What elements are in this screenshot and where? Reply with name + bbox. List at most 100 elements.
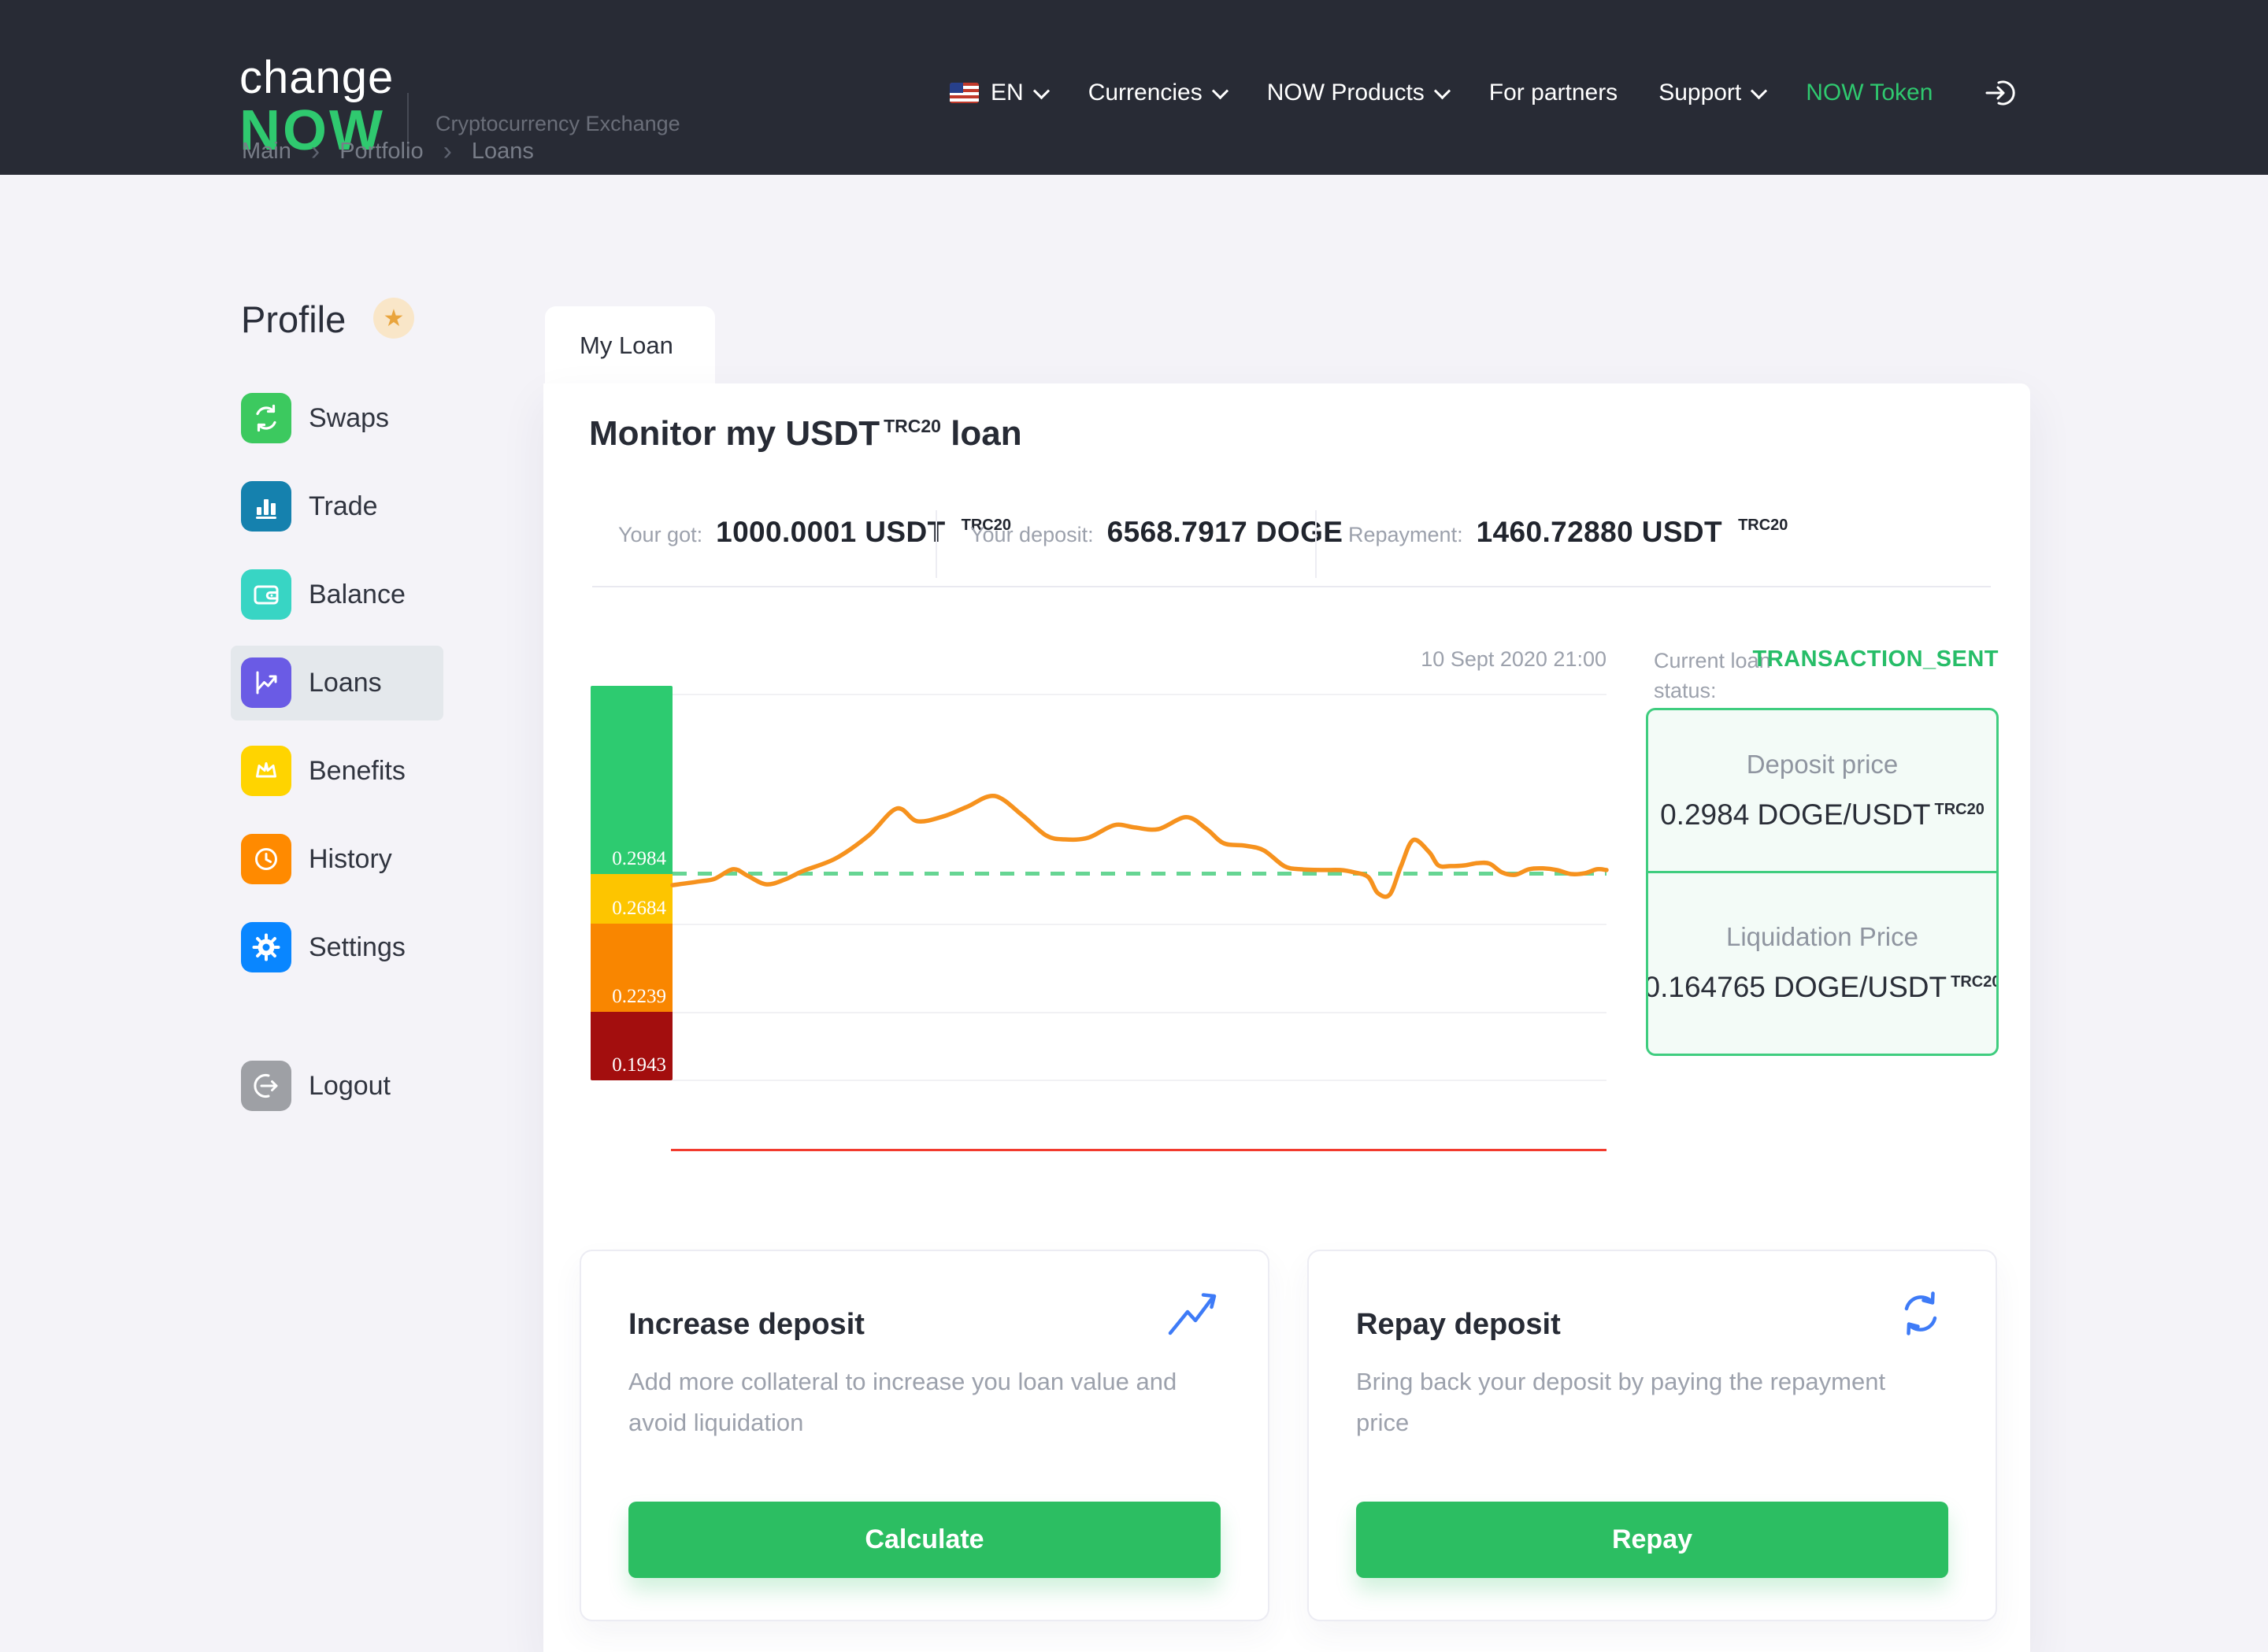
main-nav: EN Currencies NOW Products For partners … (950, 72, 1933, 113)
risk-zone-segment: 0.2684 (591, 874, 673, 924)
section-divider (592, 586, 1991, 587)
breadcrumb: Main › Portfolio › Loans (242, 139, 534, 165)
trc20-superscript: TRC20 (884, 416, 941, 437)
stat-label: Your got: (618, 523, 702, 547)
logo-word-change: change (239, 55, 394, 101)
stat-divider (936, 510, 937, 578)
us-flag-icon (950, 83, 979, 103)
language-label: EN (991, 80, 1024, 106)
liquidation-price-label: Liquidation Price (1726, 922, 1918, 952)
sidebar-item-label: Balance (309, 580, 406, 610)
risk-zone-segment: 0.1943 (591, 1012, 673, 1080)
card-title: Repay deposit (1356, 1308, 1561, 1342)
sidebar-item-label: Loans (309, 668, 382, 698)
chart-timestamp: 10 Sept 2020 21:00 (1292, 647, 1606, 672)
trc20-superscript: TRC20 (1951, 973, 1999, 991)
risk-zone-segment: 0.2239 (591, 924, 673, 1012)
sidebar-item-logout[interactable]: Logout (241, 1061, 391, 1111)
profile-title: Profile (241, 298, 346, 341)
gear-icon (241, 922, 291, 972)
top-header: change NOW Cryptocurrency Exchange EN Cu… (0, 0, 2268, 175)
zone-boundary-value: 0.2239 (612, 986, 666, 1008)
chevron-down-icon (1033, 83, 1050, 99)
sidebar-item-trade[interactable]: Trade (241, 481, 378, 532)
chevron-down-icon (1434, 83, 1451, 99)
repay-button[interactable]: Repay (1356, 1502, 1948, 1578)
nav-support-label: Support (1658, 80, 1741, 106)
stat-divider (1315, 510, 1317, 578)
login-icon[interactable] (1983, 76, 2018, 110)
logout-icon (241, 1061, 291, 1111)
chevron-down-icon (1751, 83, 1767, 99)
calculate-button[interactable]: Calculate (628, 1502, 1221, 1578)
deposit-price-block: Deposit price 0.2984 DOGE/USDTTRC20 (1648, 710, 1996, 871)
stat-your-deposit: Your deposit: 6568.7917 DOGE (970, 516, 1358, 549)
price-line-chart (673, 686, 1606, 1080)
nav-now-products-label: NOW Products (1267, 80, 1425, 106)
repay-deposit-card: Repay deposit Bring back your deposit by… (1307, 1250, 1997, 1621)
breadcrumb-portfolio[interactable]: Portfolio (339, 139, 423, 165)
card-description: Add more collateral to increase you loan… (628, 1361, 1191, 1443)
tab-label: My Loan (580, 332, 673, 360)
card-title: Increase deposit (628, 1308, 865, 1342)
sidebar-item-label: Swaps (309, 403, 389, 434)
sidebar-item-label: Benefits (309, 756, 406, 787)
deposit-price-value: 0.2984 DOGE/USDTTRC20 (1660, 798, 1984, 832)
line-chart-icon (241, 657, 291, 708)
breadcrumb-separator: › (311, 140, 320, 163)
liquidation-price-line (671, 1149, 1606, 1151)
trc20-superscript: TRC20 (1935, 801, 1984, 819)
price-panel: Deposit price 0.2984 DOGE/USDTTRC20 Liqu… (1646, 708, 1999, 1056)
stat-value: 6568.7917 DOGE (1107, 516, 1343, 549)
breadcrumb-loans: Loans (472, 139, 534, 165)
deposit-price-label: Deposit price (1747, 750, 1899, 780)
nav-currencies-label: Currencies (1088, 80, 1203, 106)
nav-now-token-label: NOW Token (1806, 80, 1933, 106)
liquidation-price-value: 0.164765 DOGE/USDTTRC20 (1646, 971, 1999, 1004)
page-title: Monitor my USDTTRC20 loan (589, 414, 1022, 454)
liquidation-price-block: Liquidation Price 0.164765 DOGE/USDTTRC2… (1648, 871, 1996, 1054)
risk-zone-scale: 0.2984 0.2684 0.2239 0.1943 (591, 686, 673, 1080)
increase-deposit-card: Increase deposit Add more collateral to … (580, 1250, 1269, 1621)
sidebar-item-settings[interactable]: Settings (241, 922, 406, 972)
sidebar-item-balance[interactable]: Balance (241, 569, 406, 620)
star-badge-icon: ★ (373, 298, 414, 339)
risk-zone-segment: 0.2984 (591, 686, 673, 874)
stat-label: Your deposit: (970, 523, 1094, 547)
stat-label: Repayment: (1348, 523, 1463, 547)
sidebar-item-label: Trade (309, 491, 378, 522)
loan-status-badge: TRANSACTION_SENT (1723, 646, 1999, 672)
sidebar-item-loans[interactable]: Loans (241, 657, 382, 708)
changenow-loans-page: change NOW Cryptocurrency Exchange EN Cu… (0, 0, 2268, 1652)
nav-for-partners[interactable]: For partners (1489, 80, 1618, 106)
breadcrumb-main[interactable]: Main (242, 139, 291, 165)
zone-boundary-value: 0.2684 (612, 898, 666, 920)
trc20-superscript: TRC20 (1738, 517, 1788, 535)
tab-my-loan[interactable]: My Loan (545, 306, 715, 384)
wallet-icon (241, 569, 291, 620)
swap-icon (241, 393, 291, 443)
zone-boundary-value: 0.2984 (612, 848, 666, 870)
sidebar-item-label: Logout (309, 1071, 391, 1102)
price-line-series (673, 796, 1606, 897)
nav-for-partners-label: For partners (1489, 80, 1618, 106)
nav-now-products[interactable]: NOW Products (1267, 80, 1448, 106)
nav-support[interactable]: Support (1658, 80, 1765, 106)
stat-value: 1000.0001 USDT (716, 516, 946, 549)
sidebar-item-history[interactable]: History (241, 834, 392, 884)
chevron-down-icon (1212, 83, 1228, 99)
stat-repayment: Repayment: 1460.72880 USDT TRC20 (1348, 516, 1788, 549)
language-selector[interactable]: EN (950, 80, 1047, 106)
sidebar-item-label: Settings (309, 932, 406, 963)
logo-tagline: Cryptocurrency Exchange (435, 112, 680, 136)
sidebar-item-benefits[interactable]: Benefits (241, 746, 406, 796)
refresh-icon (1892, 1284, 1950, 1346)
nav-now-token[interactable]: NOW Token (1806, 80, 1933, 106)
crown-icon (241, 746, 291, 796)
nav-currencies[interactable]: Currencies (1088, 80, 1226, 106)
stat-value: 1460.72880 USDT (1477, 516, 1722, 549)
card-description: Bring back your deposit by paying the re… (1356, 1361, 1918, 1443)
trend-up-icon (1164, 1284, 1222, 1346)
sidebar-item-swaps[interactable]: Swaps (241, 393, 389, 443)
clock-icon (241, 834, 291, 884)
